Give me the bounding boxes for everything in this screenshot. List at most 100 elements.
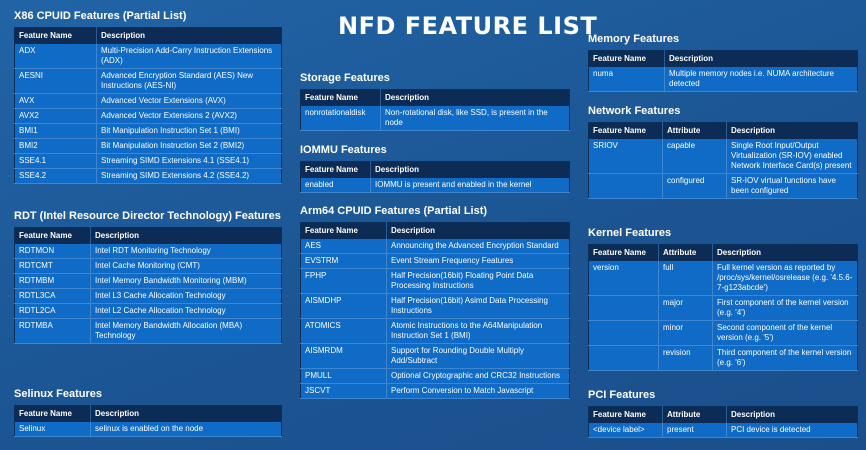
arm64-description-cell: Optional Cryptographic and CRC32 Instruc…: [386, 368, 570, 384]
pci-table-row: <device label> present PCI device is detec…: [588, 423, 858, 438]
kernel-table-row: major First component of the kernel versi…: [588, 295, 858, 321]
arm64-table-row: AISMRDM Support for Rounding Double Multi…: [300, 343, 570, 369]
x86-description-cell: Bit Manipulation Instruction Set 1 (BMI): [96, 123, 282, 139]
storage-table-row: nonrotationaldisk Non-rotational disk, li…: [300, 106, 570, 131]
x86-table: Feature Name Description ADX Multi-Precis…: [14, 27, 282, 184]
pci-section: PCI Features Feature Name Attribute Desc…: [588, 389, 858, 438]
rdt-section: RDT (Intel Resource Director Technology)…: [14, 210, 282, 344]
x86-description-cell: Advanced Encryption Standard (AES) New I…: [96, 68, 282, 94]
rdt-feature-cell: RDTL3CA: [14, 288, 91, 304]
arm64-table-row: AISMDHP Half Precision(16bit) Asimd Data …: [300, 293, 570, 319]
x86-table-row: AVX2 Advanced Vector Extensions 2 (AVX2): [14, 108, 282, 124]
kernel-header-attribute: Attribute: [658, 244, 713, 261]
page-title: NFD FEATURE LIST: [338, 12, 598, 40]
arm64-section-title: Arm64 CPUID Features (Partial List): [300, 205, 488, 217]
pci-feature-cell: <device label>: [588, 423, 663, 438]
selinux-table-row: Selinux selinux is enabled on the node: [14, 422, 282, 437]
rdt-description-cell: Intel RDT Monitoring Technology: [90, 244, 282, 259]
memory-table-row: numa Multiple memory nodes i.e. NUMA arch…: [588, 67, 858, 92]
network-section: Network Features Feature Name Attribute …: [588, 105, 858, 199]
selinux-description-cell: selinux is enabled on the node: [90, 422, 282, 437]
x86-table-row: SSE4.2 Streaming SIMD Extensions 4.2 (SSE…: [14, 168, 282, 184]
x86-feature-cell: AVX: [14, 93, 97, 109]
rdt-description-cell: Intel Memory Bandwidth Monitoring (MBM): [90, 273, 282, 289]
kernel-description-cell: First component of the kernel version (e…: [712, 295, 858, 321]
x86-description-cell: Advanced Vector Extensions (AVX): [96, 93, 282, 109]
memory-feature-cell: numa: [588, 67, 665, 92]
rdt-feature-cell: RDTL2CA: [14, 303, 91, 319]
rdt-section-title: RDT (Intel Resource Director Technology)…: [14, 210, 281, 222]
x86-section-title: X86 CPUID Features (Partial List): [14, 10, 187, 22]
arm64-table-row: FPHP Half Precision(16bit) Floating Point…: [300, 268, 570, 294]
storage-section: Storage Features Feature Name Descriptio…: [300, 72, 570, 131]
network-description-cell: Single Root Input/Output Virtualization …: [726, 139, 858, 174]
x86-table-row: ADX Multi-Precision Add-Carry Instruction…: [14, 44, 282, 69]
iommu-description-cell: IOMMU is present and enabled in the kern…: [370, 178, 570, 193]
kernel-attribute-cell: major: [658, 295, 713, 321]
storage-feature-cell: nonrotationaldisk: [300, 106, 381, 131]
rdt-table-row: RDTMBA Intel Memory Bandwidth Allocation …: [14, 318, 282, 344]
network-header-description: Description: [731, 126, 776, 135]
x86-table-row: BMI1 Bit Manipulation Instruction Set 1 (…: [14, 123, 282, 139]
rdt-table-row: RDTL3CA Intel L3 Cache Allocation Technol…: [14, 288, 282, 304]
arm64-table: Feature Name Description AES Announcing t…: [300, 222, 570, 399]
arm64-table-row: JSCVT Perform Conversion to Match Javascr…: [300, 383, 570, 399]
rdt-header-description: Description: [95, 231, 140, 240]
rdt-table-row: RDTMBM Intel Memory Bandwidth Monitoring …: [14, 273, 282, 289]
kernel-table: Feature Name Attribute Description versi…: [588, 244, 858, 371]
pci-attribute-cell: present: [662, 423, 727, 438]
network-feature-cell: [588, 173, 663, 199]
selinux-header-description: Description: [95, 409, 140, 418]
x86-feature-cell: SSE4.1: [14, 153, 97, 169]
pci-section-title: PCI Features: [588, 389, 656, 401]
arm64-feature-cell: PMULL: [300, 368, 387, 384]
rdt-feature-cell: RDTMBA: [14, 318, 91, 344]
iommu-feature-cell: enabled: [300, 178, 371, 193]
selinux-header-feature: Feature Name: [14, 405, 91, 422]
rdt-description-cell: Intel L2 Cache Allocation Technology: [90, 303, 282, 319]
x86-header-feature: Feature Name: [14, 27, 97, 44]
storage-header-description: Description: [385, 93, 430, 102]
x86-header-description: Description: [101, 31, 146, 40]
x86-feature-cell: BMI2: [14, 138, 97, 154]
network-table-row: SRIOV capable Single Root Input/Output Vir…: [588, 139, 858, 174]
kernel-feature-cell: [588, 295, 659, 321]
memory-section-title: Memory Features: [588, 33, 680, 45]
x86-description-cell: Multi-Precision Add-Carry Instruction Ex…: [96, 44, 282, 69]
x86-table-row: SSE4.1 Streaming SIMD Extensions 4.1 (SSE…: [14, 153, 282, 169]
network-table-row: configured SR-IOV virtual functions have …: [588, 173, 858, 199]
x86-table-row: BMI2 Bit Manipulation Instruction Set 2 (…: [14, 138, 282, 154]
rdt-description-cell: Intel Cache Monitoring (CMT): [90, 258, 282, 274]
kernel-description-cell: Third component of the kernel version (e…: [712, 345, 858, 371]
kernel-section: Kernel Features Feature Name Attribute D…: [588, 227, 858, 371]
arm64-header-feature: Feature Name: [300, 222, 387, 239]
rdt-table-row: RDTL2CA Intel L2 Cache Allocation Technol…: [14, 303, 282, 319]
arm64-description-cell: Announcing the Advanced Encryption Stand…: [386, 239, 570, 254]
arm64-feature-cell: AES: [300, 239, 387, 254]
x86-table-row: AVX Advanced Vector Extensions (AVX): [14, 93, 282, 109]
rdt-table-row: RDTMON Intel RDT Monitoring Technology: [14, 244, 282, 259]
kernel-attribute-cell: revision: [658, 345, 713, 371]
kernel-table-row: version full Full kernel version as report…: [588, 261, 858, 296]
x86-feature-cell: ADX: [14, 44, 97, 69]
memory-header-feature: Feature Name: [588, 50, 665, 67]
network-header-attribute: Attribute: [662, 122, 727, 139]
arm64-section: Arm64 CPUID Features (Partial List) Feat…: [300, 205, 570, 399]
arm64-description-cell: Half Precision(16bit) Floating Point Dat…: [386, 268, 570, 294]
kernel-table-row: minor Second component of the kernel vers…: [588, 320, 858, 346]
iommu-table-row: enabled IOMMU is present and enabled in t…: [300, 178, 570, 193]
x86-feature-cell: SSE4.2: [14, 168, 97, 184]
x86-table-row: AESNI Advanced Encryption Standard (AES) …: [14, 68, 282, 94]
rdt-header-feature: Feature Name: [14, 227, 91, 244]
arm64-description-cell: Event Stream Frequency Features: [386, 253, 570, 269]
kernel-description-cell: Full kernel version as reported by /proc…: [712, 261, 858, 296]
arm64-description-cell: Support for Rounding Double Multiply Add…: [386, 343, 570, 369]
rdt-feature-cell: RDTCMT: [14, 258, 91, 274]
selinux-section-title: Selinux Features: [14, 388, 103, 400]
arm64-table-row: EVSTRM Event Stream Frequency Features: [300, 253, 570, 269]
kernel-attribute-cell: full: [658, 261, 713, 296]
rdt-table-row: RDTCMT Intel Cache Monitoring (CMT): [14, 258, 282, 274]
rdt-description-cell: Intel L3 Cache Allocation Technology: [90, 288, 282, 304]
iommu-header-description: Description: [375, 165, 420, 174]
arm64-feature-cell: FPHP: [300, 268, 387, 294]
